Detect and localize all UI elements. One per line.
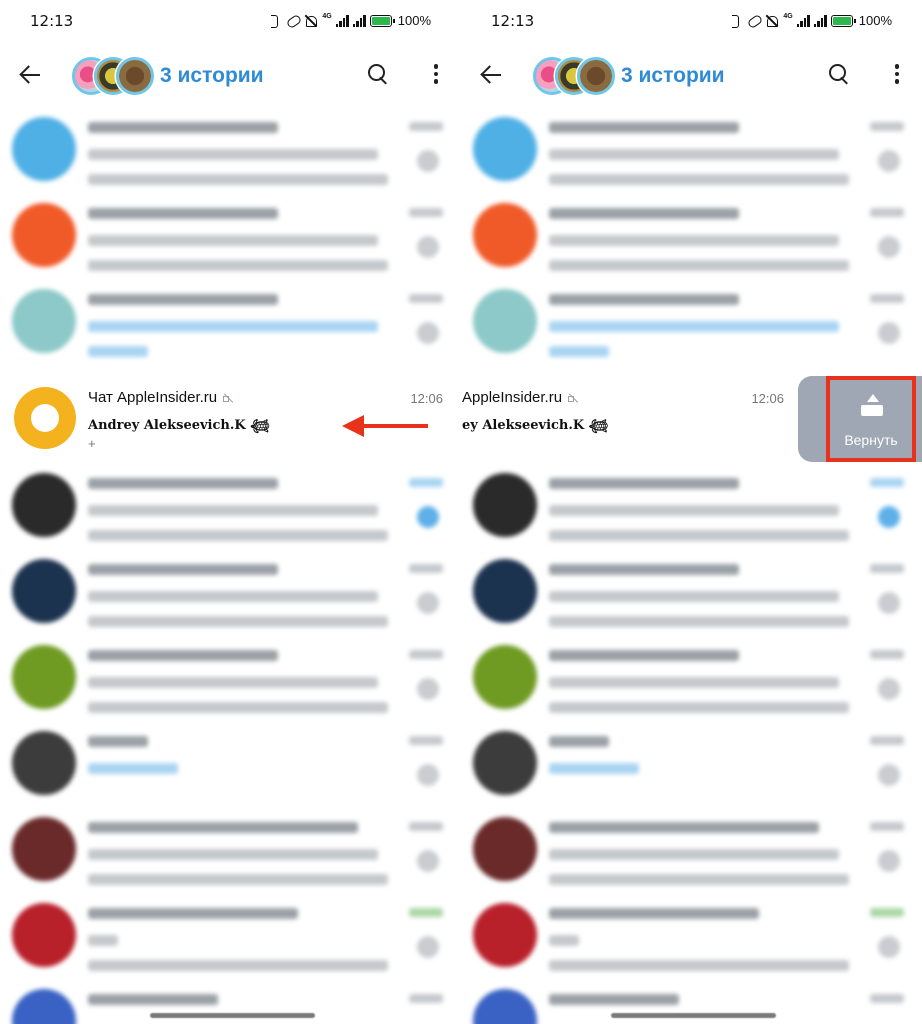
status-time: 12:13 bbox=[491, 12, 535, 30]
status-bar: 12:13 4G 100% bbox=[461, 0, 922, 44]
mute-icon bbox=[765, 14, 779, 28]
signal-icon bbox=[796, 14, 810, 27]
chat-avatar bbox=[14, 387, 76, 449]
more-vert-icon[interactable] bbox=[894, 64, 900, 86]
chat-row-blurred[interactable] bbox=[0, 278, 461, 364]
chat-row-blurred[interactable] bbox=[461, 634, 922, 720]
chat-row-blurred[interactable] bbox=[461, 892, 922, 978]
back-arrow-icon[interactable] bbox=[479, 62, 505, 88]
search-icon[interactable] bbox=[828, 63, 850, 85]
story-avatar bbox=[577, 57, 615, 95]
chat-row-blurred[interactable] bbox=[0, 634, 461, 720]
battery-percent: 100% bbox=[858, 13, 892, 28]
signal-icon-2 bbox=[352, 14, 366, 27]
avatar bbox=[12, 645, 76, 709]
avatar bbox=[12, 731, 76, 795]
avatar bbox=[12, 289, 76, 353]
status-bar: 12:13 4G 100% bbox=[0, 0, 461, 44]
chat-title: AppleInsider.ru bbox=[462, 389, 563, 406]
home-indicator bbox=[611, 1013, 776, 1018]
unarchive-label: Вернуть bbox=[844, 432, 898, 448]
unarchive-button[interactable]: Вернуть bbox=[826, 376, 916, 462]
chat-time: 12:06 bbox=[410, 391, 443, 406]
chat-row-blurred[interactable] bbox=[461, 278, 922, 364]
story-avatar bbox=[116, 57, 154, 95]
avatar bbox=[473, 645, 537, 709]
chat-row-blurred[interactable] bbox=[0, 192, 461, 278]
stories-label: 3 истории bbox=[621, 64, 725, 87]
avatar bbox=[12, 989, 76, 1024]
chat-row-blurred[interactable] bbox=[461, 548, 922, 634]
avatar bbox=[473, 203, 537, 267]
search-icon[interactable] bbox=[367, 63, 389, 85]
muted-icon bbox=[223, 393, 233, 403]
chat-row-blurred[interactable] bbox=[0, 806, 461, 892]
signal-icon-2 bbox=[813, 14, 827, 27]
chat-list-panel-left: 12:13 4G 100% 3 истории Чат AppleInsider… bbox=[0, 0, 461, 1024]
stories-button[interactable]: 3 истории bbox=[72, 57, 264, 95]
avatar bbox=[473, 559, 537, 623]
avatar bbox=[473, 731, 537, 795]
chat-row-blurred[interactable] bbox=[461, 806, 922, 892]
stories-label: 3 истории bbox=[160, 64, 264, 87]
avatar bbox=[473, 117, 537, 181]
chat-row-blurred[interactable] bbox=[0, 720, 461, 806]
chat-row-blurred[interactable] bbox=[0, 548, 461, 634]
chat-row-blurred[interactable] bbox=[0, 892, 461, 978]
chat-time: 12:06 bbox=[751, 391, 784, 406]
chat-row-blurred[interactable] bbox=[461, 462, 922, 548]
chat-sender: Andrey Alekseevich.K 𓆉 bbox=[88, 418, 270, 433]
chat-row-blurred[interactable] bbox=[0, 106, 461, 192]
chat-row-blurred[interactable] bbox=[461, 106, 922, 192]
chat-preview: + bbox=[88, 436, 96, 451]
network-type: 4G bbox=[783, 13, 793, 20]
link-icon bbox=[286, 14, 300, 28]
avatar bbox=[473, 817, 537, 881]
network-type: 4G bbox=[322, 13, 332, 20]
chat-toolbar: 3 истории bbox=[461, 44, 922, 106]
battery-icon bbox=[830, 14, 856, 27]
bluetooth-icon bbox=[729, 14, 743, 28]
stories-button[interactable]: 3 истории bbox=[533, 57, 725, 95]
chat-list-panel-right: 12:13 4G 100% 3 истории AppleInsider.ru … bbox=[461, 0, 922, 1024]
chat-row-blurred[interactable] bbox=[461, 720, 922, 806]
avatar bbox=[473, 289, 537, 353]
more-vert-icon[interactable] bbox=[433, 64, 439, 86]
avatar bbox=[12, 559, 76, 623]
chat-toolbar: 3 истории bbox=[0, 44, 461, 106]
link-icon bbox=[747, 14, 761, 28]
signal-icon bbox=[335, 14, 349, 27]
chat-sender: ey Alekseevich.K 𓆉 bbox=[462, 418, 609, 433]
chat-title: Чат AppleInsider.ru bbox=[88, 389, 218, 406]
annotation-arrow-icon bbox=[342, 415, 428, 437]
avatar bbox=[12, 203, 76, 267]
back-arrow-icon[interactable] bbox=[18, 62, 44, 88]
avatar bbox=[12, 817, 76, 881]
chat-row-blurred[interactable] bbox=[461, 192, 922, 278]
mute-icon bbox=[304, 14, 318, 28]
avatar bbox=[12, 473, 76, 537]
avatar bbox=[12, 117, 76, 181]
battery-icon bbox=[369, 14, 395, 27]
status-time: 12:13 bbox=[30, 12, 74, 30]
avatar bbox=[473, 473, 537, 537]
chat-row-blurred[interactable] bbox=[0, 462, 461, 548]
avatar bbox=[12, 903, 76, 967]
swipe-action-area[interactable]: Вернуть bbox=[798, 376, 922, 462]
bluetooth-icon bbox=[268, 14, 282, 28]
avatar bbox=[473, 903, 537, 967]
battery-percent: 100% bbox=[397, 13, 431, 28]
muted-icon bbox=[568, 393, 578, 403]
chat-row-appleinsider-swiped[interactable]: AppleInsider.ru 12:06 ey Alekseevich.K 𓆉… bbox=[461, 376, 922, 462]
home-indicator bbox=[150, 1013, 315, 1018]
unarchive-icon bbox=[860, 394, 886, 418]
avatar bbox=[473, 989, 537, 1024]
